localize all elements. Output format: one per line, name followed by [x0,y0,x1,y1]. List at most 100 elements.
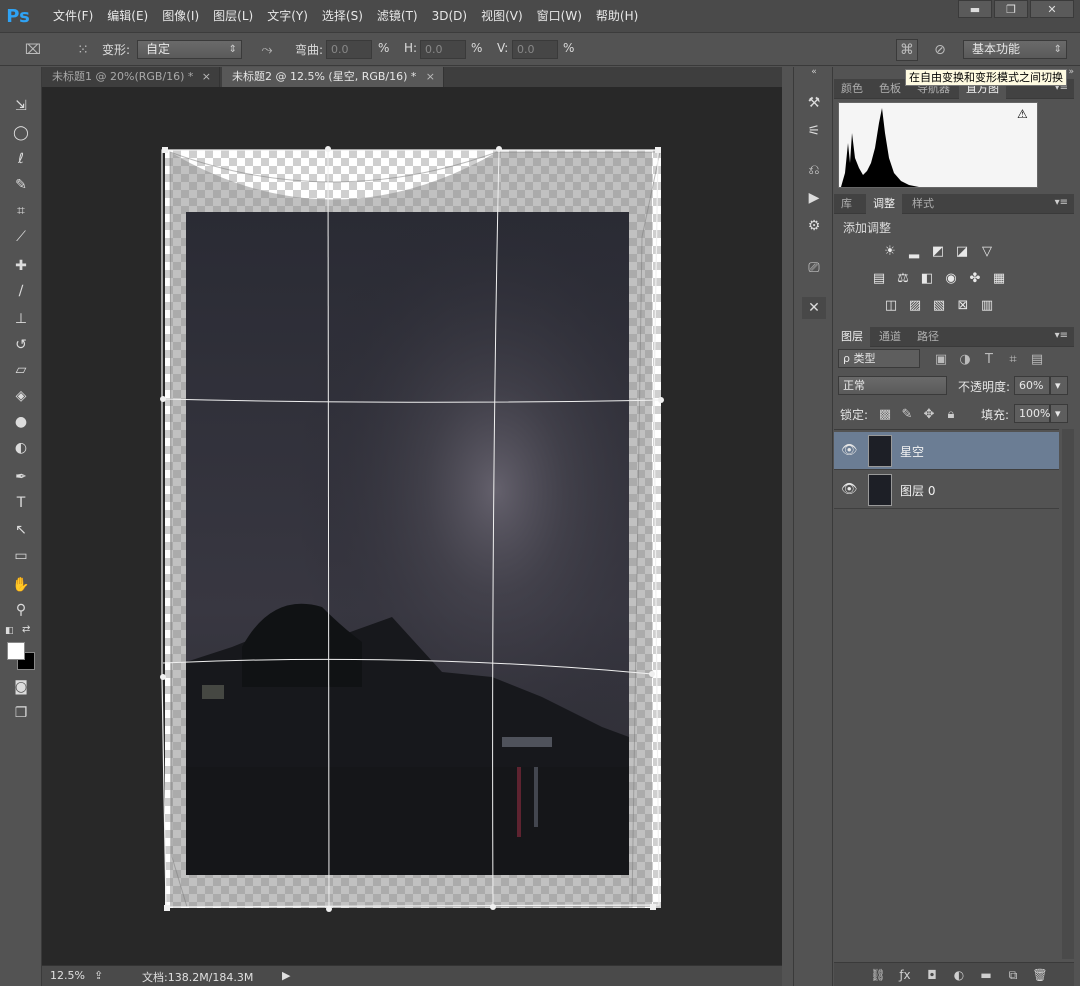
quick-select-icon[interactable]: ✎ [8,173,34,197]
canvas-area[interactable] [42,87,782,965]
warp-style-select[interactable]: 自定 [137,40,242,59]
foreground-color-swatch[interactable] [7,642,25,660]
close-button[interactable]: ✕ [1030,0,1074,18]
menu-help[interactable]: 帮助(H) [589,0,645,33]
layer-row[interactable]: 👁︎ 星空 [834,432,1059,470]
panel-menu-icon[interactable]: ▾≡ [1055,197,1068,208]
channel-mixer-icon[interactable]: ✤ [966,270,984,286]
opacity-input[interactable]: 60% [1014,376,1050,395]
photo-filter-icon[interactable]: ◉ [942,270,960,286]
tab-doc-2[interactable]: 未标题2 @ 12.5% (星空, RGB/16) * × [222,67,444,87]
filter-pixel-icon[interactable]: ▣ [932,351,950,367]
selective-color-icon[interactable]: ⊠ [954,297,972,313]
tab-styles[interactable]: 样式 [905,194,941,214]
fill-dropdown-icon[interactable]: ▾ [1050,404,1068,423]
crop-icon[interactable]: ⌗ [8,199,34,223]
swap-colors-icon[interactable]: ⇄ [22,624,30,635]
toggle-warp-mode-icon[interactable]: ⌘ [896,39,918,61]
menu-image[interactable]: 图像(I) [155,0,206,33]
collapse-strip-icon[interactable]: « [794,67,834,77]
maximize-button[interactable]: ❐ [994,0,1028,18]
reference-point-icon[interactable]: ⁙ [72,39,94,61]
tab-library[interactable]: 库 [834,194,859,214]
v-input[interactable]: 0.0 [512,40,558,59]
close-tab-icon[interactable]: × [202,67,211,87]
close-tab-icon[interactable]: × [426,67,435,87]
share-icon[interactable]: ⇪ [94,969,103,982]
menu-filter[interactable]: 滤镜(T) [370,0,425,33]
menu-window[interactable]: 窗口(W) [530,0,589,33]
brush-icon[interactable]: ∕ [8,279,34,303]
threshold-icon[interactable]: ▧ [930,297,948,313]
actions-panel-icon[interactable]: ⎌ [802,159,826,181]
add-mask-icon[interactable]: ◘ [923,967,941,983]
tab-doc-1[interactable]: 未标题1 @ 20%(RGB/16) * × [42,67,220,87]
fill-input[interactable]: 100% [1014,404,1050,423]
new-adjustment-icon[interactable]: ◐ [950,967,968,983]
opacity-dropdown-icon[interactable]: ▾ [1050,376,1068,395]
link-layers-icon[interactable]: ⛓ [869,967,887,983]
path-select-icon[interactable]: ↖ [8,518,34,542]
lock-position-icon[interactable]: ✥ [920,406,938,422]
visibility-eye-icon[interactable]: 👁︎ [841,482,858,498]
minimize-button[interactable]: ▬ [958,0,992,18]
quick-mask-icon[interactable]: ◙ [8,675,34,699]
blur-icon[interactable]: ● [8,410,34,434]
menu-select[interactable]: 选择(S) [315,0,370,33]
blend-mode-select[interactable]: 正常 [838,376,947,395]
h-input[interactable]: 0.0 [420,40,466,59]
cancel-transform-icon[interactable]: ⊘ [929,39,951,61]
levels-icon[interactable]: ▂ [905,243,923,259]
elliptical-marquee-icon[interactable]: ◯ [8,121,34,145]
black-white-icon[interactable]: ◧ [918,270,936,286]
status-menu-arrow[interactable]: ▶ [282,969,290,982]
rectangle-icon[interactable]: ▭ [8,544,34,568]
tab-channels[interactable]: 通道 [872,327,908,347]
menu-layer[interactable]: 图层(L) [206,0,260,33]
tab-paths[interactable]: 路径 [910,327,946,347]
invert-icon[interactable]: ◫ [882,297,900,313]
brightness-icon[interactable]: ☀ [881,243,899,259]
dodge-icon[interactable]: ◐ [8,436,34,460]
warning-icon[interactable]: ⚠ [1017,107,1028,121]
warp-orientation-icon[interactable]: ⤳ [256,39,278,61]
color-lookup-icon[interactable]: ▦ [990,270,1008,286]
clone-source-icon[interactable]: ✕ [802,297,826,319]
warp-tool-icon[interactable]: ⌧ [22,39,44,61]
eyedropper-icon[interactable]: ⟋ [8,225,34,249]
tool-presets-icon[interactable]: ⚙ [802,215,826,237]
filter-adjust-icon[interactable]: ◑ [956,351,974,367]
menu-3d[interactable]: 3D(D) [425,0,474,33]
stamp-icon[interactable]: ⊥ [8,307,34,331]
panel-menu-icon[interactable]: ▾≡ [1055,330,1068,341]
menu-edit[interactable]: 编辑(E) [100,0,155,33]
hand-icon[interactable]: ✋ [8,573,34,597]
healing-brush-icon[interactable]: ✚ [8,254,34,278]
color-balance-icon[interactable]: ⚖ [894,270,912,286]
layer-filter-select[interactable]: ρ 类型 [838,349,920,368]
tab-adjustments[interactable]: 调整 [866,194,902,214]
delete-layer-icon[interactable]: 🗑︎ [1031,967,1049,983]
warp-overlay[interactable] [42,87,782,965]
exposure-icon[interactable]: ◪ [953,243,971,259]
tab-layers[interactable]: 图层 [834,327,870,347]
eraser-icon[interactable]: ▱ [8,358,34,382]
menu-view[interactable]: 视图(V) [474,0,530,33]
bend-input[interactable]: 0.0 [326,40,372,59]
menu-file[interactable]: 文件(F) [46,0,100,33]
layers-scrollbar[interactable] [1062,429,1074,959]
filter-shape-icon[interactable]: ⌗ [1004,351,1022,367]
fx-icon[interactable]: ƒx [896,967,914,983]
filter-type-icon[interactable]: T [980,351,998,367]
tab-color[interactable]: 颜色 [834,79,870,99]
lasso-icon[interactable]: ℓ [8,147,34,171]
hue-saturation-icon[interactable]: ▤ [870,270,888,286]
posterize-icon[interactable]: ▨ [906,297,924,313]
zoom-level[interactable]: 12.5% [50,969,85,982]
new-layer-icon[interactable]: ⧉ [1004,967,1022,983]
curves-icon[interactable]: ◩ [929,243,947,259]
paint-bucket-icon[interactable]: ◈ [8,384,34,408]
zoom-icon[interactable]: ⚲ [8,598,34,622]
vibrance-icon[interactable]: ▽ [978,243,996,259]
gradient-map-icon[interactable]: ▥ [978,297,996,313]
